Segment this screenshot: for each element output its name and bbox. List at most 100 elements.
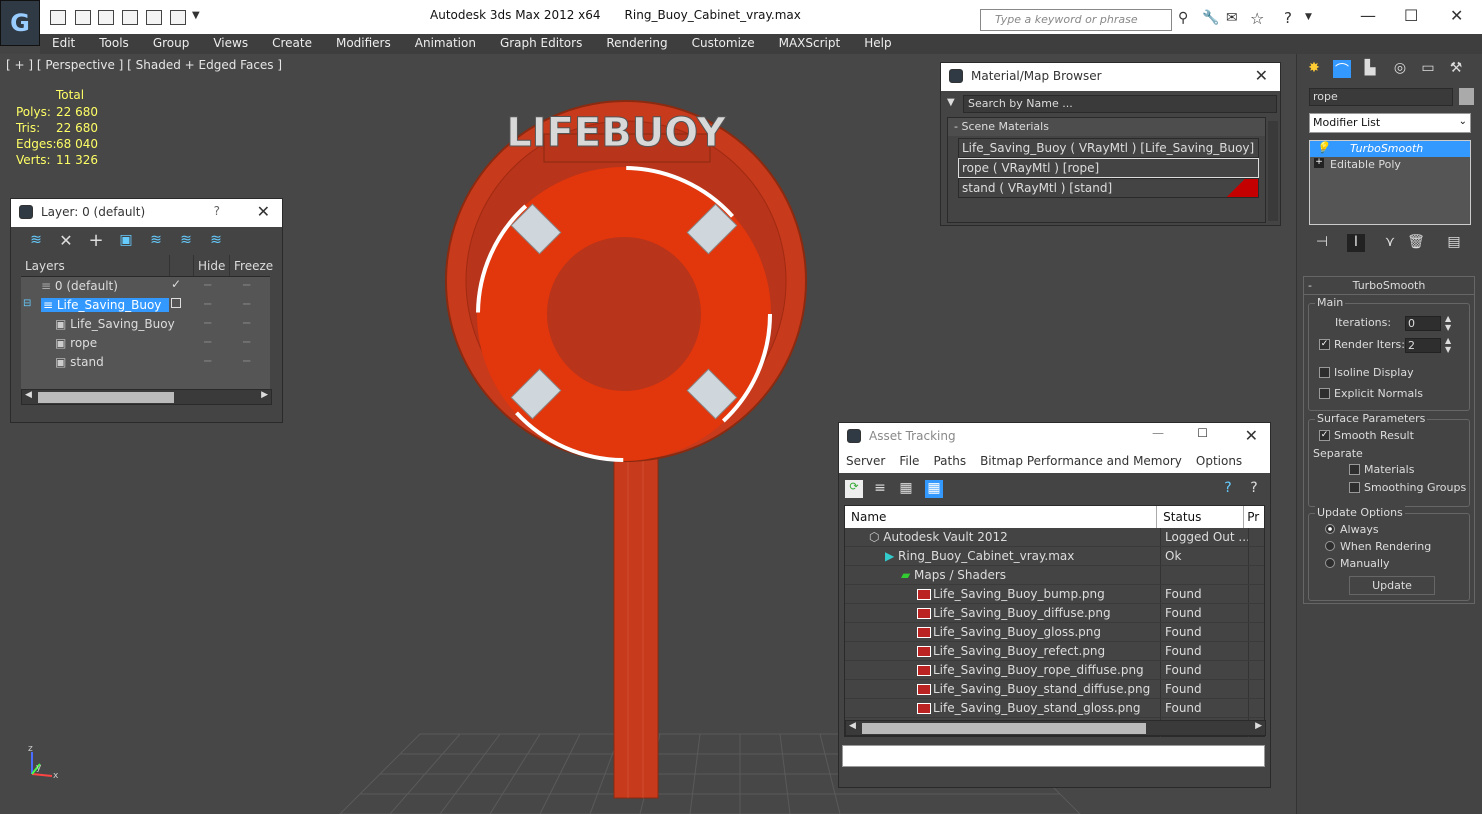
hide-toggle-icon[interactable]: ─ <box>204 354 211 368</box>
hide-toggle-icon[interactable]: ─ <box>204 278 211 292</box>
modifier-list-dropdown[interactable]: Modifier List ⌄ <box>1309 113 1471 133</box>
spinner-arrows-icon[interactable]: ▲ ▼ <box>1445 336 1451 354</box>
asset-minimize-icon[interactable]: — <box>1152 426 1164 440</box>
isoline-checkbox[interactable] <box>1319 367 1330 378</box>
object-row[interactable]: ▣ Life_Saving_Buoy ─ ─ <box>21 315 270 334</box>
freeze-all-icon[interactable]: ≋ <box>207 232 225 250</box>
smooth-result-checkbox[interactable]: ✓ <box>1319 430 1330 441</box>
expand-icon[interactable]: + <box>1314 158 1324 168</box>
maximize-icon[interactable]: ☐ <box>1404 6 1418 25</box>
hide-toggle-icon[interactable]: ─ <box>204 297 211 311</box>
list-view-icon[interactable]: ≡ <box>871 480 889 498</box>
freeze-toggle-icon[interactable]: ─ <box>243 297 250 311</box>
motion-tab-icon[interactable]: ◎ <box>1391 60 1409 78</box>
configure-sets-icon[interactable]: ▤ <box>1445 234 1463 252</box>
asset-row[interactable]: Life_Saving_Buoy_rope_diffuse.png Found <box>845 661 1264 680</box>
iterations-spinner[interactable]: 0 <box>1405 316 1441 331</box>
asset-tracking-titlebar[interactable]: Asset Tracking — ☐ ✕ <box>839 423 1270 451</box>
layer-row[interactable]: ⊟ ≡ Life_Saving_Buoy ─ ─ <box>21 296 270 315</box>
menu-edit[interactable]: Edit <box>40 34 87 54</box>
utilities-tab-icon[interactable]: ⚒ <box>1447 60 1465 78</box>
show-end-result-icon[interactable]: I <box>1347 234 1365 252</box>
light-bulb-icon[interactable]: 💡 <box>1316 141 1330 154</box>
manually-radio[interactable] <box>1325 558 1335 568</box>
asset-row[interactable]: Life_Saving_Buoy_stand_gloss.png Found <box>845 699 1264 718</box>
select-objects-icon[interactable]: ▣ <box>117 232 135 250</box>
material-browser-close-icon[interactable]: ✕ <box>1255 66 1268 85</box>
material-browser-titlebar[interactable]: Material/Map Browser ✕ <box>941 63 1280 91</box>
material-item[interactable]: rope ( VRayMtl ) [rope] <box>958 158 1259 178</box>
object-row[interactable]: ▣ stand ─ ─ <box>21 353 270 372</box>
remove-modifier-icon[interactable]: 🗑 <box>1407 234 1425 252</box>
new-scene-icon[interactable] <box>50 10 66 25</box>
always-radio[interactable] <box>1325 524 1335 534</box>
help-dropdown-icon[interactable]: ▼ <box>1305 12 1312 22</box>
menu-group[interactable]: Group <box>141 34 202 54</box>
menu-create[interactable]: Create <box>260 34 324 54</box>
minimize-icon[interactable]: — <box>1360 6 1376 25</box>
collapse-icon[interactable]: ⊟ <box>23 298 31 309</box>
modifier-stack-item[interactable]: + Editable Poly <box>1310 157 1470 173</box>
table-view-icon[interactable]: ▦ <box>925 480 943 498</box>
col-status[interactable]: Status <box>1157 506 1245 528</box>
asset-menu-options[interactable]: Options <box>1189 451 1249 473</box>
application-button-icon[interactable]: G <box>0 0 40 46</box>
scroll-left-icon[interactable]: ◀ <box>25 390 32 400</box>
layer-panel-titlebar[interactable]: Layer: 0 (default) ? ✕ <box>11 199 282 227</box>
make-unique-icon[interactable]: ⋎ <box>1381 234 1399 252</box>
render-iters-spinner[interactable]: 2 <box>1405 338 1441 353</box>
asset-menu-server[interactable]: Server <box>839 451 892 473</box>
scroll-thumb[interactable] <box>862 723 1146 734</box>
asset-row[interactable]: ⬡ Autodesk Vault 2012 Logged Out ... <box>845 528 1264 547</box>
display-tab-icon[interactable]: ▭ <box>1419 60 1437 78</box>
col-freeze[interactable]: Freeze <box>229 255 273 276</box>
communication-icon[interactable]: ✉ <box>1226 10 1238 26</box>
asset-close-icon[interactable]: ✕ <box>1245 426 1258 445</box>
undo-icon[interactable] <box>122 10 138 25</box>
add-to-layer-icon[interactable]: + <box>87 230 105 251</box>
layer-horizontal-scrollbar[interactable]: ◀ ▶ <box>21 389 272 405</box>
favorites-star-icon[interactable]: ☆ <box>1250 9 1264 28</box>
scroll-right-icon[interactable]: ▶ <box>261 390 268 400</box>
new-layer-icon[interactable]: ≋ <box>27 232 45 250</box>
object-row[interactable]: ▣ rope ─ ─ <box>21 334 270 353</box>
col-hide[interactable]: Hide <box>193 255 229 276</box>
asset-row[interactable]: Life_Saving_Buoy_refect.png Found <box>845 642 1264 661</box>
explicit-normals-checkbox[interactable] <box>1319 388 1330 399</box>
redo-icon[interactable] <box>146 10 162 25</box>
render-iters-checkbox[interactable]: ✓ <box>1319 339 1330 350</box>
asset-menu-paths[interactable]: Paths <box>926 451 973 473</box>
hide-toggle-icon[interactable]: ─ <box>204 316 211 330</box>
pin-stack-icon[interactable]: ⊣ <box>1313 234 1331 252</box>
menu-rendering[interactable]: Rendering <box>594 34 679 54</box>
asset-row[interactable]: ▶ Ring_Buoy_Cabinet_vray.max Ok <box>845 547 1264 566</box>
asset-row[interactable]: Life_Saving_Buoy_gloss.png Found <box>845 623 1264 642</box>
thumbnail-view-icon[interactable]: ▦ <box>897 480 915 498</box>
viewport-label[interactable]: [ + ] [ Perspective ] [ Shaded + Edged F… <box>6 58 282 72</box>
delete-layer-icon[interactable]: ✕ <box>57 231 75 250</box>
separate-smoothing-checkbox[interactable] <box>1349 482 1360 493</box>
asset-maximize-icon[interactable]: ☐ <box>1197 426 1208 440</box>
subscription-icon[interactable]: 🔧 <box>1202 10 1219 26</box>
scene-materials-header[interactable]: - Scene Materials <box>948 118 1265 136</box>
asset-row[interactable]: Life_Saving_Buoy_diffuse.png Found <box>845 604 1264 623</box>
material-search-input[interactable]: Search by Name ... <box>963 95 1277 113</box>
binoculars-icon[interactable]: ⚲ <box>1178 10 1188 26</box>
search-input[interactable]: Type a keyword or phrase <box>980 9 1172 31</box>
freeze-toggle-icon[interactable]: ─ <box>243 278 250 292</box>
menu-tools[interactable]: Tools <box>87 34 141 54</box>
layer-close-icon[interactable]: ✕ <box>257 202 270 221</box>
object-name-input[interactable]: rope <box>1309 88 1453 106</box>
freeze-toggle-icon[interactable]: ─ <box>243 335 250 349</box>
material-item[interactable]: Life_Saving_Buoy ( VRayMtl ) [Life_Savin… <box>958 138 1259 158</box>
layer-row[interactable]: ≡ 0 (default) ✓ ─ ─ <box>21 277 270 296</box>
col-name[interactable]: Name <box>845 506 1158 528</box>
project-folder-icon[interactable] <box>170 10 186 25</box>
hide-all-icon[interactable]: ≋ <box>177 232 195 250</box>
asset-row[interactable]: ▰ Maps / Shaders <box>845 566 1264 585</box>
save-file-icon[interactable] <box>98 10 114 25</box>
object-color-swatch[interactable] <box>1459 88 1474 105</box>
modify-tab-icon[interactable]: ⌒ <box>1333 60 1351 79</box>
menu-views[interactable]: Views <box>201 34 260 54</box>
scroll-thumb[interactable] <box>38 392 174 403</box>
